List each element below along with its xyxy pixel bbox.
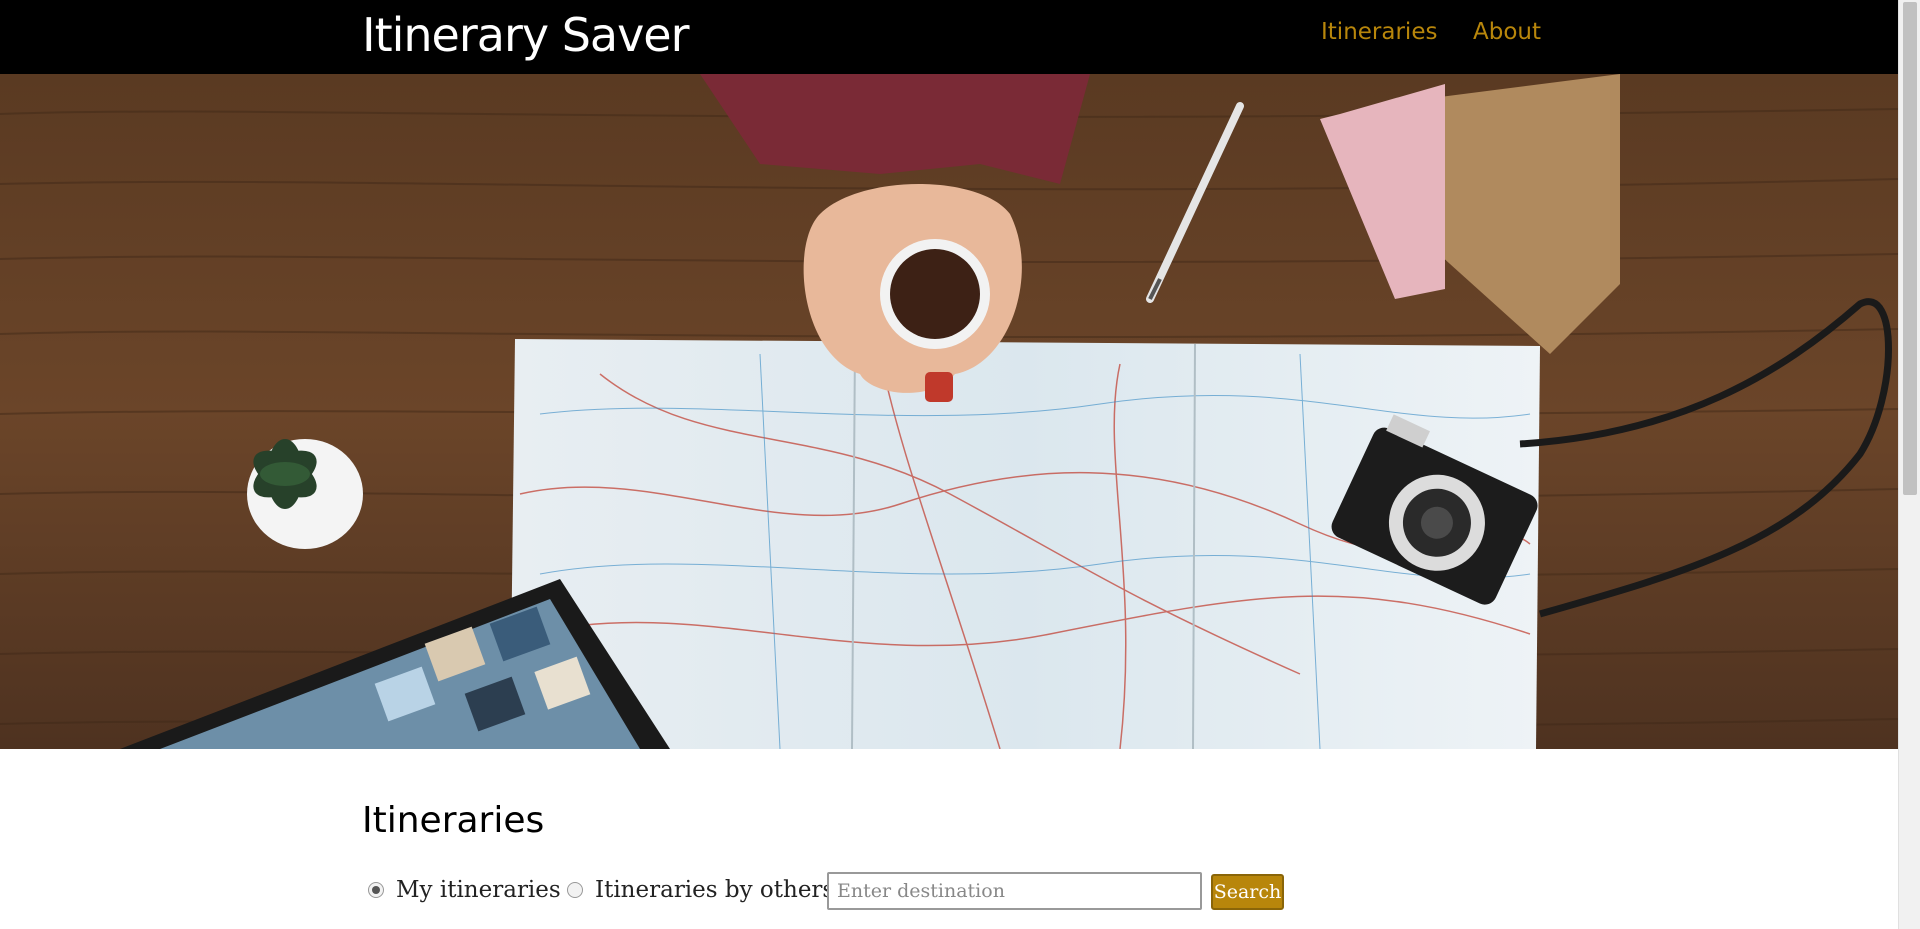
radio-my-itineraries[interactable]: My itineraries — [368, 870, 561, 910]
vertical-scrollbar[interactable] — [1898, 0, 1920, 929]
destination-search-input[interactable] — [827, 872, 1202, 910]
section-title: Itineraries — [362, 800, 545, 841]
nav-link-itineraries[interactable]: Itineraries — [1321, 19, 1437, 45]
radio-itineraries-by-others[interactable]: Itineraries by others — [567, 870, 834, 910]
hero-image — [0, 74, 1898, 749]
scrollbar-thumb[interactable] — [1903, 2, 1917, 495]
radio-button-checked-icon[interactable] — [368, 882, 384, 898]
itinerary-filter-bar: My itineraries Itineraries by others Sea… — [362, 870, 1362, 910]
radio-button-unchecked-icon[interactable] — [567, 882, 583, 898]
navbar: Itinerary Saver Itineraries About — [0, 0, 1898, 74]
nav-link-about[interactable]: About — [1473, 19, 1541, 45]
brand-logo[interactable]: Itinerary Saver — [362, 8, 690, 62]
radio-label-my-itineraries: My itineraries — [396, 877, 561, 903]
search-button[interactable]: Search — [1211, 874, 1284, 910]
radio-label-itineraries-by-others: Itineraries by others — [595, 877, 835, 903]
